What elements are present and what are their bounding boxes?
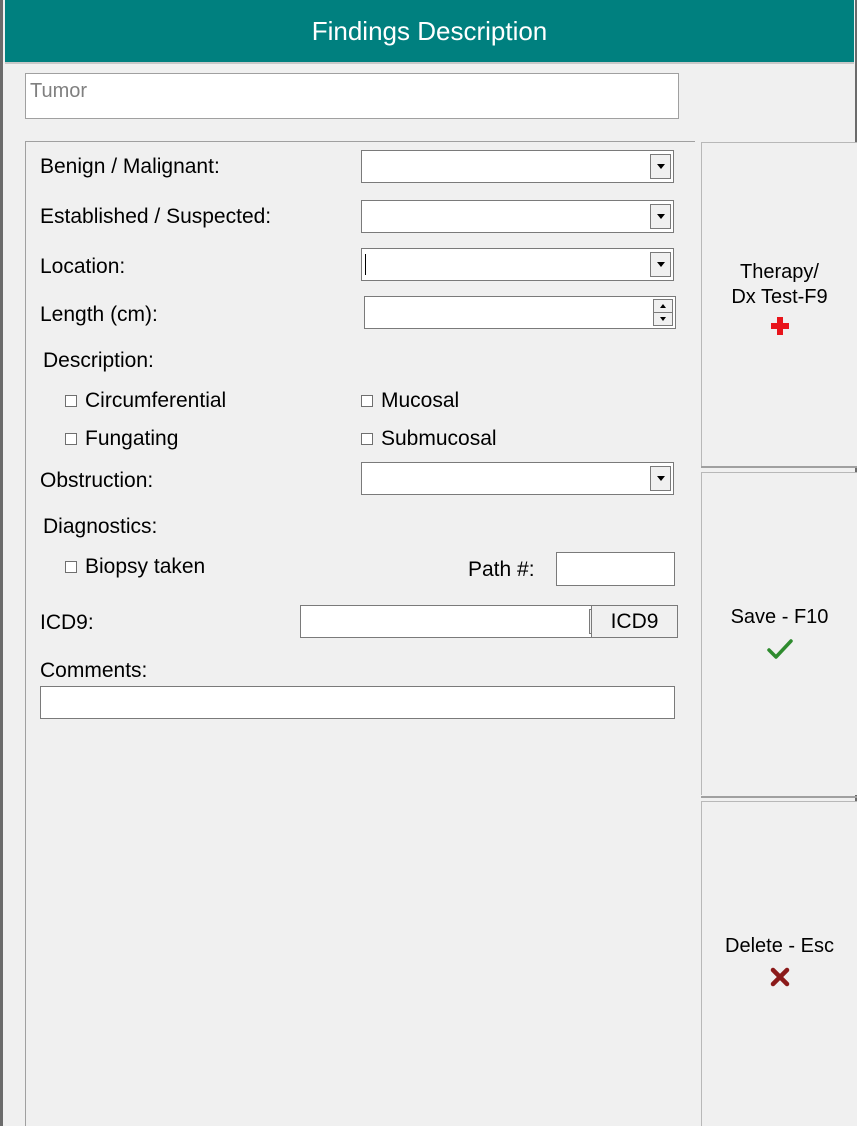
spin-down-icon[interactable] xyxy=(660,317,666,321)
comments-input[interactable] xyxy=(40,686,675,719)
chevron-down-icon[interactable] xyxy=(650,154,671,179)
checkmark-icon xyxy=(766,639,793,659)
icd9-select[interactable] xyxy=(300,605,613,638)
icd9-button-label: ICD9 xyxy=(610,609,659,633)
save-button-label: Save - F10 xyxy=(730,606,829,628)
location-select[interactable] xyxy=(361,248,674,281)
comments-label: Comments: xyxy=(40,659,148,682)
biopsy-taken-label: Biopsy taken xyxy=(85,555,206,578)
save-button[interactable]: Save - F10 xyxy=(701,472,857,795)
length-input[interactable] xyxy=(364,296,676,329)
length-label: Length (cm): xyxy=(40,303,158,326)
chevron-down-icon[interactable] xyxy=(650,252,671,277)
benign-malignant-select[interactable] xyxy=(361,150,674,183)
finding-name-value: Tumor xyxy=(30,80,88,102)
window-left-border xyxy=(0,0,3,1126)
diagnostics-label: Diagnostics: xyxy=(43,515,158,538)
title-bar: Findings Description xyxy=(5,0,854,64)
mucosal-checkbox[interactable]: Mucosal xyxy=(361,389,459,413)
chevron-down-icon[interactable] xyxy=(650,204,671,229)
checkbox-box[interactable] xyxy=(65,433,77,445)
therapy-button-line1: Therapy/ xyxy=(740,261,819,283)
established-suspected-label: Established / Suspected: xyxy=(40,205,272,228)
chevron-down-icon[interactable] xyxy=(650,466,671,491)
path-number-label: Path #: xyxy=(468,558,535,581)
fungating-label: Fungating xyxy=(85,427,179,450)
therapy-button-line2: Dx Test-F9 xyxy=(731,286,828,308)
icd9-button[interactable]: ICD9 xyxy=(591,605,678,638)
icd9-label: ICD9: xyxy=(40,611,94,634)
delete-button[interactable]: Delete - Esc xyxy=(701,801,857,1126)
spin-up-icon[interactable] xyxy=(660,304,666,308)
established-suspected-select[interactable] xyxy=(361,200,674,233)
benign-malignant-label: Benign / Malignant: xyxy=(40,155,220,178)
checkbox-box[interactable] xyxy=(361,395,373,407)
side-button-divider xyxy=(701,796,857,798)
location-label: Location: xyxy=(40,255,126,278)
checkbox-box[interactable] xyxy=(65,395,77,407)
checkbox-box[interactable] xyxy=(361,433,373,445)
plus-icon xyxy=(770,317,789,335)
delete-button-label: Delete - Esc xyxy=(725,935,834,957)
biopsy-taken-checkbox[interactable]: Biopsy taken xyxy=(65,555,205,579)
fungating-checkbox[interactable]: Fungating xyxy=(65,427,178,451)
length-spinner[interactable] xyxy=(653,299,673,326)
text-caret xyxy=(365,254,366,275)
submucosal-label: Submucosal xyxy=(381,427,497,450)
circumferential-checkbox[interactable]: Circumferential xyxy=(65,389,226,413)
obstruction-select[interactable] xyxy=(361,462,674,495)
path-number-input[interactable] xyxy=(556,552,675,586)
submucosal-checkbox[interactable]: Submucosal xyxy=(361,427,497,451)
side-button-divider xyxy=(701,466,857,468)
circumferential-label: Circumferential xyxy=(85,389,227,412)
therapy-dx-test-button[interactable]: Therapy/ Dx Test-F9 xyxy=(701,142,857,466)
description-label: Description: xyxy=(43,349,154,372)
x-icon xyxy=(770,967,789,987)
window-title: Findings Description xyxy=(311,15,548,46)
mucosal-label: Mucosal xyxy=(381,389,460,412)
checkbox-box[interactable] xyxy=(65,561,77,573)
finding-name-field[interactable]: Tumor xyxy=(25,73,679,119)
obstruction-label: Obstruction: xyxy=(40,469,154,492)
